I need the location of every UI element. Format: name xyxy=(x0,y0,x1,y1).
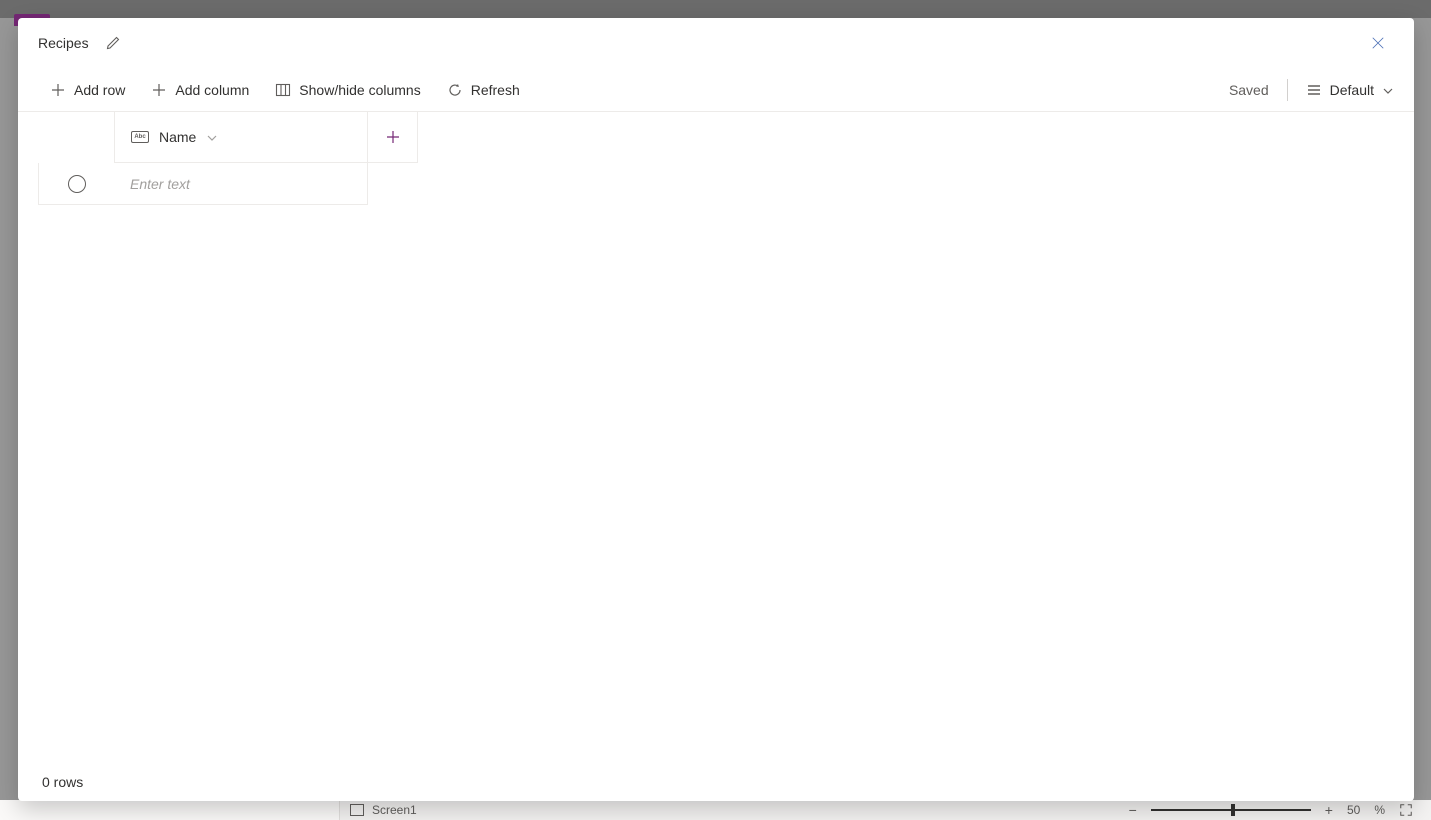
column-header-name[interactable]: Abc Name xyxy=(114,112,368,163)
status-bar: 0 rows xyxy=(18,763,1414,801)
column-name-label: Name xyxy=(159,129,196,145)
add-column-header-button[interactable] xyxy=(368,112,418,163)
table-row xyxy=(18,163,1414,205)
row-select-radio[interactable] xyxy=(68,175,86,193)
background-screen-label: Screen1 xyxy=(372,803,417,817)
screen-icon xyxy=(350,804,364,816)
select-all-header xyxy=(38,112,114,163)
zoom-in-icon[interactable]: + xyxy=(1325,802,1333,818)
text-type-icon: Abc xyxy=(131,131,149,143)
zoom-value: 50 xyxy=(1347,803,1360,817)
view-selector[interactable]: Default xyxy=(1306,82,1394,98)
saved-status: Saved xyxy=(1229,82,1269,98)
zoom-slider[interactable] xyxy=(1151,809,1311,811)
separator xyxy=(1287,79,1288,101)
row-name-cell xyxy=(114,163,368,205)
chevron-down-icon xyxy=(206,132,218,144)
data-table-modal: Recipes Add row Add column xyxy=(18,18,1414,801)
edit-title-button[interactable] xyxy=(105,35,121,51)
chevron-down-icon xyxy=(1382,85,1394,97)
refresh-label: Refresh xyxy=(471,82,520,98)
background-statusbar: Screen1 − + 50 % xyxy=(0,800,1431,820)
expand-icon[interactable] xyxy=(1399,803,1413,817)
zoom-out-icon[interactable]: − xyxy=(1129,802,1137,818)
row-count: 0 rows xyxy=(42,774,83,790)
add-column-label: Add column xyxy=(175,82,249,98)
toolbar: Add row Add column Show/hide columns Ref… xyxy=(18,68,1414,112)
add-row-button[interactable]: Add row xyxy=(46,76,129,104)
zoom-unit: % xyxy=(1374,803,1385,817)
modal-title: Recipes xyxy=(38,35,89,51)
refresh-button[interactable]: Refresh xyxy=(443,76,524,104)
view-label: Default xyxy=(1330,82,1374,98)
close-button[interactable] xyxy=(1362,27,1394,59)
table-area: Abc Name xyxy=(18,112,1414,763)
add-row-label: Add row xyxy=(74,82,125,98)
modal-header: Recipes xyxy=(18,18,1414,68)
show-hide-label: Show/hide columns xyxy=(299,82,420,98)
row-select-cell xyxy=(38,163,114,205)
add-column-button[interactable]: Add column xyxy=(147,76,253,104)
table-header-row: Abc Name xyxy=(18,112,1414,163)
name-input[interactable] xyxy=(130,176,367,192)
show-hide-columns-button[interactable]: Show/hide columns xyxy=(271,76,424,104)
